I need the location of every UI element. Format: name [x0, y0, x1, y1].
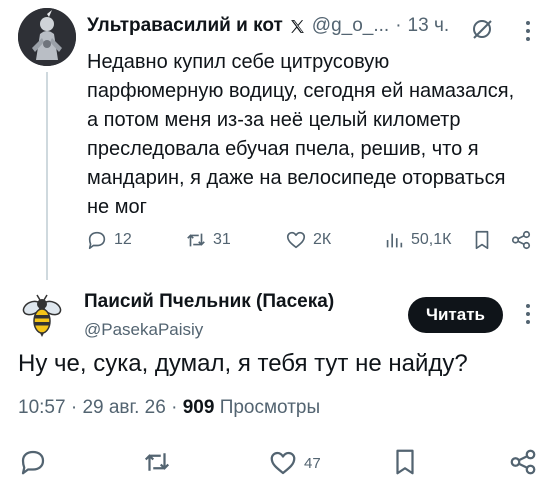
thread-line: [46, 72, 48, 280]
repost-button[interactable]: 31: [185, 229, 231, 251]
avatar-image: [18, 8, 76, 66]
avatar-paisiy[interactable]: [18, 290, 66, 338]
text-line: Недавно купил себе цитрусовую: [87, 51, 390, 73]
text-line: а потом меня из-за неё целый километр: [87, 109, 461, 131]
tweet-time[interactable]: 10:57: [18, 397, 66, 418]
tweet-time[interactable]: 13 ч.: [408, 15, 450, 37]
reply-icon: [21, 450, 45, 475]
tweet1-header: Ультравасилий и кот @g_o_... · 13 ч.: [87, 15, 449, 37]
share-icon: [511, 230, 531, 250]
like-count: 47: [304, 454, 321, 472]
tweet-date[interactable]: 29 авг. 26: [82, 397, 165, 418]
author-name[interactable]: Паисий Пчельник (Пасека): [84, 291, 334, 313]
text-line: мандарин, я даже на велосипеде оторватьс…: [87, 167, 506, 189]
like-button[interactable]: 47: [268, 448, 321, 478]
avatar-ultravasiliy[interactable]: [18, 8, 76, 66]
separator-dot: ·: [171, 397, 178, 418]
heart-icon: [270, 451, 296, 475]
views-count: 50,1К: [411, 231, 452, 248]
author-handle[interactable]: @PasekaPaisiy: [84, 320, 203, 340]
tweet1-text: Недавно купил себе цитрусовую парфюмерну…: [87, 48, 542, 222]
reply-count: 12: [114, 231, 132, 248]
bookmark-icon: [396, 449, 414, 475]
separator-dot: ·: [70, 397, 78, 418]
read-button[interactable]: Читать: [408, 297, 503, 333]
views-label: Просмотры: [219, 397, 321, 418]
author-handle[interactable]: @g_o_...: [312, 15, 389, 37]
repost-icon: [144, 453, 170, 471]
text-line: не мог: [87, 196, 147, 218]
text-line: парфюмерную водицу, сегодня ей намазался…: [87, 80, 515, 102]
share-button[interactable]: [508, 447, 538, 482]
x-logo-icon: [289, 18, 306, 35]
tweet2-text: Ну че, сука, думал, я тебя тут не найду?: [18, 350, 468, 377]
repost-count: 31: [213, 231, 231, 248]
reply-icon: [88, 231, 106, 250]
share-icon: [510, 449, 536, 475]
views-icon: [386, 233, 403, 248]
heart-icon: [286, 231, 306, 249]
like-count: 2К: [313, 231, 332, 248]
repost-icon: [187, 233, 205, 247]
repost-button[interactable]: [142, 447, 172, 482]
bookmark-icon: [475, 230, 489, 250]
tweet-timestamp: 10:57 · 29 авг. 26 · 909 Просмотры: [18, 397, 320, 419]
share-button[interactable]: [510, 229, 532, 256]
views-button[interactable]: 50,1К: [383, 229, 451, 251]
views-count: 909: [182, 397, 215, 418]
more-options-icon[interactable]: [515, 301, 541, 332]
like-button[interactable]: 2К: [285, 229, 331, 251]
bookmark-button[interactable]: [471, 229, 493, 256]
reply-button[interactable]: 12: [86, 229, 132, 251]
bookmark-button[interactable]: [390, 447, 420, 482]
more-options-icon[interactable]: [515, 18, 541, 49]
separator-dot: ·: [395, 15, 402, 36]
text-line: преследовала ебучая пчела, решив, что я: [87, 138, 479, 160]
bee-icon: [22, 294, 62, 337]
author-name[interactable]: Ультравасилий и кот: [87, 15, 283, 37]
grok-icon[interactable]: [470, 17, 494, 46]
reply-button[interactable]: [18, 447, 48, 482]
